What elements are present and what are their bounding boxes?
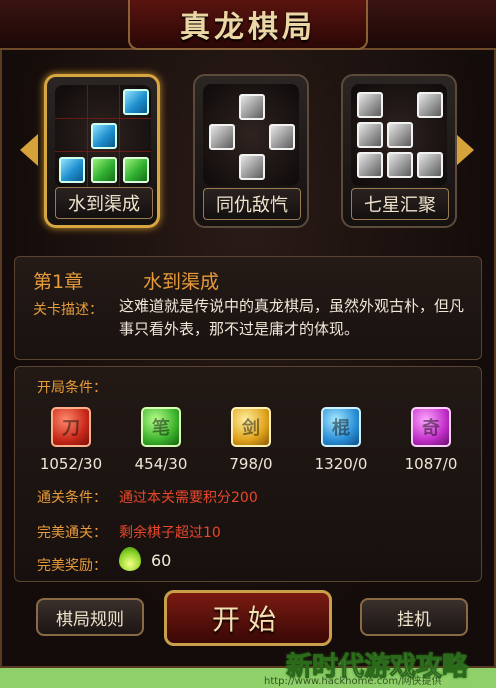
grey-tile: [269, 124, 295, 150]
grey-tile: [417, 152, 443, 178]
watermark: 新时代游戏攻略: [285, 652, 469, 683]
start-button[interactable]: 开始: [164, 590, 332, 646]
pass-condition-value: 通过本关需要积分200: [119, 490, 258, 506]
gem-count: 1320/0: [314, 455, 368, 473]
level-card-label: 七星汇聚: [351, 188, 449, 220]
grey-tile: [387, 152, 413, 178]
perfect-clear-value: 剩余棋子超过10: [119, 525, 221, 541]
grey-tile: [417, 92, 443, 118]
next-arrow-icon[interactable]: [456, 134, 474, 166]
level-preview-board: [55, 85, 151, 187]
perfect-reward-label: 完美奖励：: [37, 558, 107, 574]
brush-gem-icon: 笔: [141, 407, 181, 447]
flame-icon: [119, 547, 141, 571]
grey-tile: [387, 122, 413, 148]
grey-tile: [357, 122, 383, 148]
level-preview-board: [203, 84, 299, 186]
level-card-label: 同仇敌忾: [203, 188, 301, 220]
blue-tile: [123, 89, 149, 115]
page-title: 真龙棋局: [180, 10, 316, 45]
grey-tile: [357, 152, 383, 178]
gem-count: 1052/30: [39, 455, 103, 473]
prev-arrow-icon[interactable]: [20, 134, 38, 166]
green-tile: [91, 157, 117, 183]
chapter-label: 第1章: [33, 271, 84, 293]
idle-button[interactable]: 挂机: [360, 598, 468, 636]
gem-count: 798/0: [229, 455, 273, 473]
grey-tile: [357, 92, 383, 118]
level-card-1[interactable]: 水到渠成: [44, 74, 160, 228]
grey-tile: [239, 94, 265, 120]
staff-gem-icon: 棍: [321, 407, 361, 447]
green-tile: [123, 157, 149, 183]
blue-tile: [91, 123, 117, 149]
conditions-panel: 开局条件： 刀 笔 剑 棍 奇 1052/30 454/30 798/0 132…: [14, 366, 482, 582]
gem-count: 454/30: [134, 455, 188, 473]
gem-count: 1087/0: [404, 455, 458, 473]
perfect-clear-label: 完美通关：: [37, 525, 107, 541]
description-label: 关卡描述：: [33, 302, 103, 318]
rare-gem-icon: 奇: [411, 407, 451, 447]
rules-button[interactable]: 棋局规则: [36, 598, 144, 636]
blade-gem-icon: 刀: [51, 407, 91, 447]
level-card-3[interactable]: 七星汇聚: [341, 74, 457, 228]
level-info-panel: 第1章 水到渠成 关卡描述： 这难道就是传说中的真龙棋局，虽然外观古朴，但凡事只…: [14, 256, 482, 360]
level-card-label: 水到渠成: [55, 187, 153, 219]
reward-value: 60: [151, 551, 172, 570]
blue-tile: [59, 157, 85, 183]
level-preview-board: [351, 84, 447, 186]
description-text: 这难道就是传说中的真龙棋局，虽然外观古朴，但凡事只看外表，那不过是庸才的体现。: [119, 297, 465, 338]
level-card-2[interactable]: 同仇敌忾: [193, 74, 309, 228]
sword-gem-icon: 剑: [231, 407, 271, 447]
grey-tile: [209, 124, 235, 150]
pass-condition-label: 通关条件：: [37, 490, 107, 506]
grey-tile: [239, 154, 265, 180]
start-conditions-label: 开局条件：: [37, 380, 107, 396]
level-name: 水到渠成: [143, 271, 220, 293]
title-plaque: 真龙棋局: [128, 0, 368, 50]
